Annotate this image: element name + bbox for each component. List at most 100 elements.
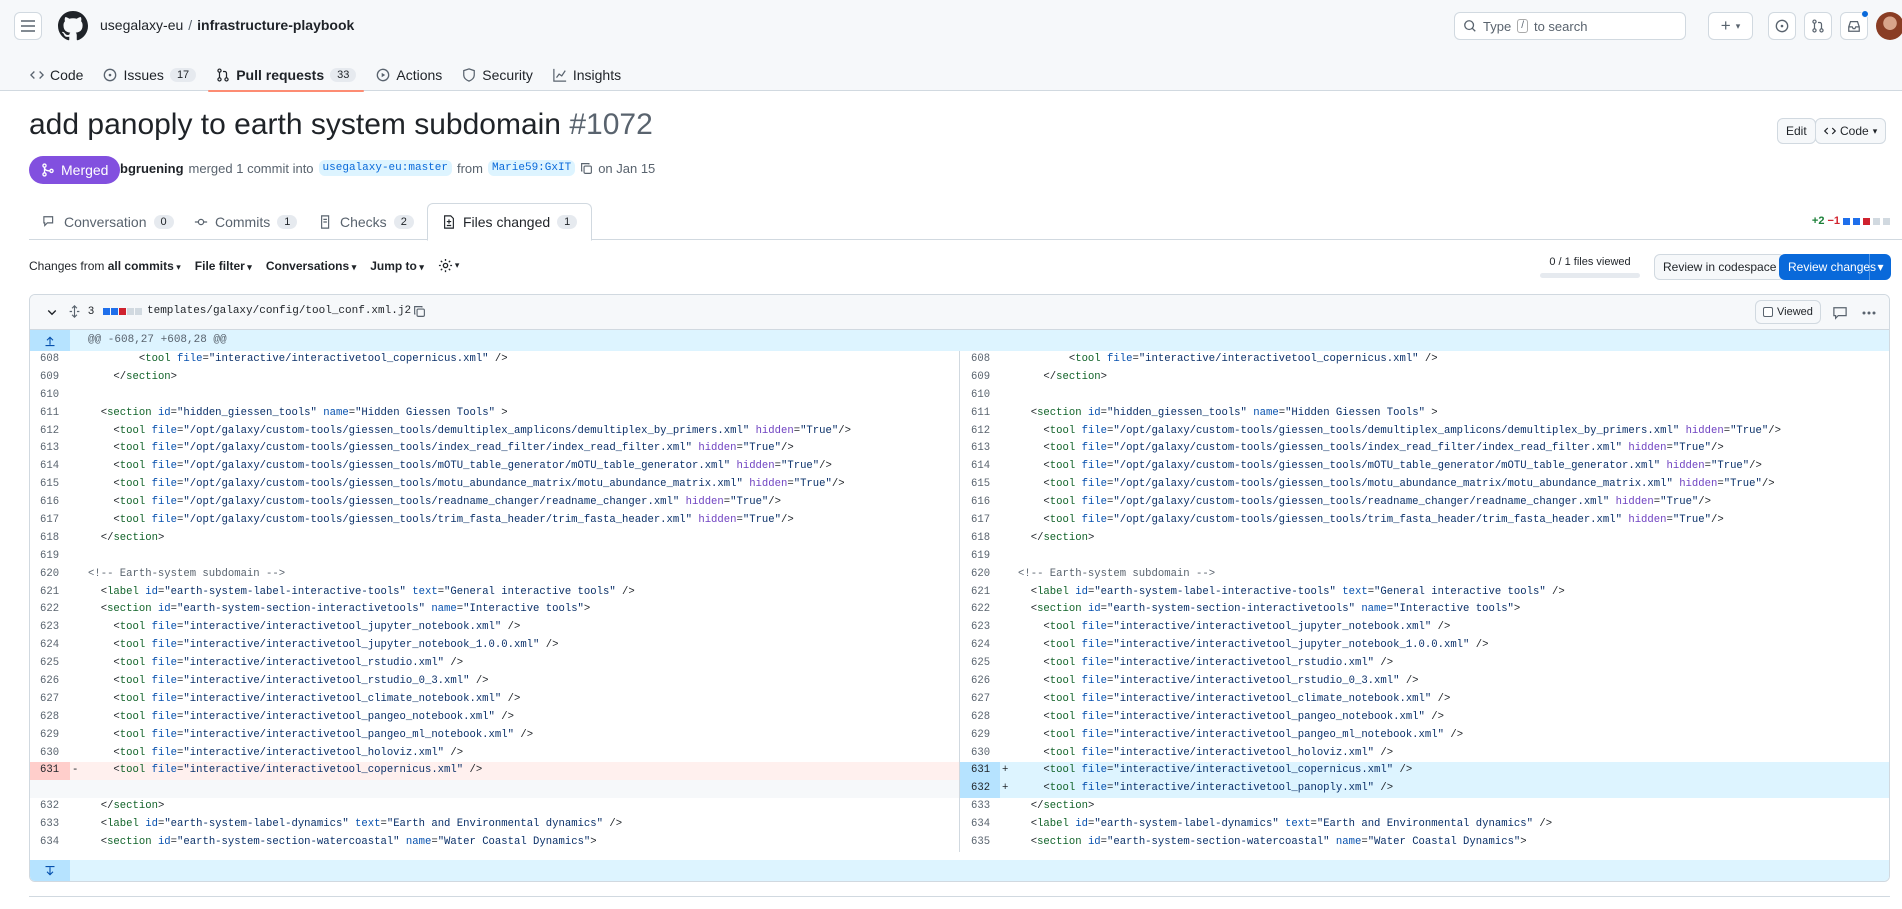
search-placeholder-post: to search — [1533, 18, 1588, 34]
diffstat-block — [127, 308, 134, 315]
diff-row: 610 610 — [30, 386, 1889, 405]
viewed-checkbox[interactable]: Viewed — [1755, 300, 1821, 324]
breadcrumb: usegalaxy-eu / infrastructure-playbook — [100, 17, 354, 33]
viewed-label: Viewed — [1777, 306, 1813, 318]
tab-label: Pull requests — [236, 66, 325, 83]
diff-row: 620 <!-- Earth-system subdomain --> 620 <!-… — [30, 565, 1889, 584]
page-title: add panoply to earth system subdomain #1… — [29, 108, 653, 142]
owner-link[interactable]: usegalaxy-eu — [100, 17, 183, 33]
file-diffstat — [103, 308, 142, 315]
additions-count: +2 — [1811, 215, 1825, 227]
tab-actions[interactable]: Actions — [366, 58, 452, 91]
changes-from-label: Changes from — [29, 258, 105, 273]
tab-label: Insights — [572, 66, 622, 83]
conversations-dropdown[interactable]: Conversations — [266, 259, 356, 273]
diff-row: 634 <section id="earth-system-section-wa… — [30, 834, 1889, 852]
tab-pull-requests[interactable]: Pull requests 33 — [206, 58, 366, 92]
diff-row: 618 </section> 618 </section> — [30, 529, 1889, 548]
counter-badge: 0 — [153, 214, 174, 229]
diff-row: 617 <tool file="/opt/galaxy/custom-tools… — [30, 512, 1889, 530]
code-dropdown-button[interactable]: Code ▾ — [1815, 118, 1887, 144]
notification-dot — [1861, 10, 1869, 18]
pull-requests-button[interactable] — [1804, 12, 1832, 40]
plus-icon: + — [1720, 16, 1731, 35]
base-branch[interactable]: usegalaxy-eu:master — [318, 160, 452, 176]
head-branch[interactable]: Marie59:GxIT — [487, 160, 576, 176]
diff-row: 624 <tool file="interactive/interactivet… — [30, 637, 1889, 656]
git-pull-request-icon — [216, 67, 230, 82]
github-logo-icon[interactable] — [58, 11, 88, 41]
kebab-horizontal-icon[interactable] — [1862, 311, 1876, 315]
copy-icon[interactable] — [580, 162, 593, 175]
issue-opened-icon — [1775, 19, 1789, 33]
jump-to-dropdown[interactable]: Jump to — [370, 259, 424, 273]
issues-button[interactable] — [1768, 12, 1796, 40]
counter-badge: 1 — [557, 215, 578, 229]
git-merge-icon — [41, 163, 55, 177]
create-new-button[interactable]: + ▾ — [1708, 12, 1753, 40]
diff-row: 626 <tool file="interactive/interactivet… — [30, 673, 1889, 691]
repo-link[interactable]: infrastructure-playbook — [197, 17, 354, 33]
changes-from-value: all commits — [107, 258, 174, 273]
divider — [29, 896, 1890, 897]
play-icon — [376, 68, 390, 82]
git-pull-request-icon — [1811, 19, 1825, 33]
tab-security[interactable]: Security — [452, 58, 543, 91]
pr-tabs: Conversation 0 Commits 1 Checks 2 Files … — [29, 203, 1902, 241]
tab-commits[interactable]: Commits 1 — [180, 203, 311, 240]
diff-row: 629 <tool file="interactive/interactivet… — [30, 726, 1889, 745]
diff-row-added: 632 + <tool file="interactive/interactive… — [30, 780, 1889, 799]
expand-up-icon[interactable] — [30, 330, 70, 351]
review-in-codespace-button[interactable]: Review in codespace — [1654, 254, 1786, 280]
edit-button[interactable]: Edit — [1777, 118, 1816, 144]
menu-button[interactable] — [14, 12, 42, 40]
counter-badge: 33 — [330, 67, 357, 82]
diff-row: 630 <tool file="interactive/interactivet… — [30, 744, 1889, 763]
diff-row: 619 619 — [30, 547, 1889, 566]
review-changes-button[interactable]: Review changes ▾ — [1779, 254, 1891, 280]
file-diff: 3 templates/galaxy/config/tool_conf.xml.… — [29, 294, 1890, 882]
tab-issues[interactable]: Issues 17 — [93, 58, 206, 91]
expand-down-icon[interactable] — [30, 860, 70, 881]
file-filter-dropdown[interactable]: File filter — [195, 259, 252, 273]
tab-conversation[interactable]: Conversation 0 — [29, 203, 188, 240]
tab-label: Files changed — [463, 214, 551, 230]
tab-label: Checks — [340, 213, 387, 230]
diff-row: 628 <tool file="interactive/interactivet… — [30, 708, 1889, 727]
from-text: from — [456, 160, 483, 176]
avatar[interactable] — [1876, 12, 1902, 40]
file-path[interactable]: templates/galaxy/config/tool_conf.xml.j2 — [147, 305, 411, 317]
diffstat: +2 −1 — [1812, 215, 1890, 227]
files-viewed-progress — [1540, 273, 1640, 278]
tab-label: Issues — [123, 66, 164, 83]
checkbox-square — [1763, 307, 1773, 317]
changes-from-dropdown[interactable]: Changes from all commits — [29, 259, 181, 273]
diff-row: 616 <tool file="/opt/galaxy/custom-tools… — [30, 494, 1889, 513]
file-change-count: 3 — [88, 305, 95, 317]
diff-row: 608 <tool file="interactive/interactivet… — [30, 351, 1889, 369]
diff-row: 632 </section> 633 </section> — [30, 798, 1889, 817]
gear-icon[interactable]: ▾ — [438, 258, 459, 273]
comment-icon[interactable] — [1833, 306, 1847, 320]
chevron-down-icon[interactable] — [46, 306, 58, 318]
tab-checks[interactable]: Checks 2 — [305, 203, 428, 240]
counter-badge: 17 — [169, 67, 197, 82]
diff-row: 613 <tool file="/opt/galaxy/custom-tools… — [30, 440, 1889, 459]
unfold-icon[interactable] — [68, 305, 81, 318]
copy-icon[interactable] — [413, 305, 426, 318]
tab-label: Conversation — [64, 213, 147, 230]
tab-label: Security — [482, 66, 533, 83]
author-link[interactable]: bgruening — [120, 161, 184, 176]
search-input[interactable]: Type / to search — [1454, 12, 1686, 40]
hamburger-icon — [20, 18, 36, 34]
tab-files-changed[interactable]: Files changed 1 — [427, 203, 593, 241]
pr-number: #1072 — [569, 108, 653, 141]
diff-row: 625 <tool file="interactive/interactivet… — [30, 655, 1889, 674]
tab-code[interactable]: Code — [20, 58, 93, 91]
diffstat-block — [135, 308, 142, 315]
inbox-icon — [1847, 19, 1861, 33]
tab-insights[interactable]: Insights — [543, 58, 631, 91]
status-badge: Merged — [29, 156, 121, 184]
merge-action-text: merged 1 commit into — [188, 160, 314, 176]
pr-title: add panoply to earth system subdomain — [29, 108, 561, 141]
